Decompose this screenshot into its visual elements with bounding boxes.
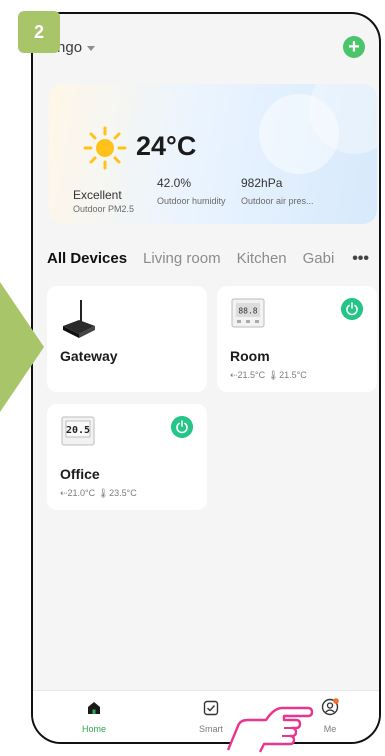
device-card-gateway[interactable]: Gateway bbox=[47, 286, 207, 392]
room-tabs: All Devices Living room Kitchen Gabi bbox=[47, 250, 371, 267]
power-button[interactable] bbox=[341, 298, 363, 320]
chevron-down-icon[interactable] bbox=[87, 45, 96, 51]
thermostat-icon: 88.8 bbox=[231, 298, 265, 328]
tab-all-devices[interactable]: All Devices bbox=[47, 250, 127, 267]
device-temperatures: ⇠21.0°C 🌡23.5°C bbox=[60, 488, 137, 498]
device-temperatures: ⇠21.5°C 🌡21.5°C bbox=[230, 370, 307, 380]
device-card-room[interactable]: 88.8 Room ⇠21.5°C 🌡21.5°C bbox=[217, 286, 377, 392]
outdoor-temperature: 24°C bbox=[136, 131, 197, 161]
user-icon bbox=[321, 698, 339, 716]
device-name: Gateway bbox=[60, 348, 118, 364]
more-tabs-button[interactable]: ••• bbox=[334, 250, 369, 268]
pm25-metric: Excellent Outdoor PM2.5 bbox=[73, 188, 135, 214]
office-display: 20.5 bbox=[66, 425, 90, 436]
pointing-hand-icon bbox=[226, 706, 314, 753]
device-name: Room bbox=[230, 348, 270, 364]
phone-frame: Engo + 24°C Excellent Outdoor PM2.5 42.0… bbox=[31, 12, 381, 744]
device-card-office[interactable]: 20.5 Office ⇠21.0°C 🌡23.5°C bbox=[47, 404, 207, 510]
power-button[interactable] bbox=[171, 416, 193, 438]
header: Engo + bbox=[47, 34, 365, 60]
pointer-arrow-icon bbox=[0, 282, 44, 412]
step-badge: 2 bbox=[18, 11, 60, 53]
room-display: 88.8 bbox=[238, 307, 257, 316]
device-name: Office bbox=[60, 466, 100, 482]
tab-kitchen[interactable]: Kitchen bbox=[237, 250, 287, 267]
gateway-icon bbox=[63, 300, 95, 338]
weather-card[interactable]: 24°C Excellent Outdoor PM2.5 42.0% Outdo… bbox=[49, 84, 377, 224]
checkbox-icon bbox=[203, 700, 219, 716]
home-icon bbox=[88, 702, 100, 714]
sun-icon bbox=[83, 126, 127, 170]
thermostat-icon: 20.5 bbox=[61, 416, 95, 446]
tab-gabi[interactable]: Gabi bbox=[303, 250, 335, 267]
add-device-button[interactable]: + bbox=[343, 36, 365, 58]
tab-living-room[interactable]: Living room bbox=[143, 250, 221, 267]
bottom-navigation: Home Smart Me bbox=[33, 690, 379, 742]
air-pressure-metric: 982hPa Outdoor air pres... bbox=[241, 176, 314, 206]
nav-home[interactable]: Home bbox=[64, 700, 124, 734]
humidity-metric: 42.0% Outdoor humidity bbox=[157, 176, 226, 206]
